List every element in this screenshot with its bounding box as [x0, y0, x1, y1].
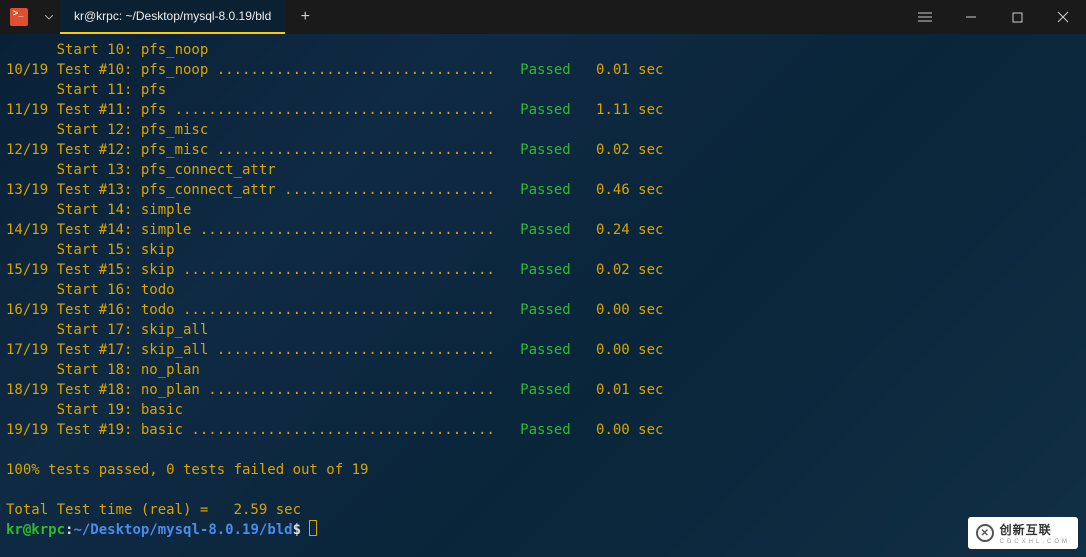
prompt-symbol: $	[293, 522, 301, 538]
cursor	[309, 520, 317, 536]
watermark: ✕ 创新互联 CDCXHL.COM	[968, 517, 1078, 549]
summary-passed: 100% tests passed, 0 tests failed out of…	[6, 462, 368, 478]
watermark-text: 创新互联	[1000, 523, 1052, 537]
terminal-tab[interactable]: kr@krpc: ~/Desktop/mysql-8.0.19/bld	[60, 0, 285, 34]
maximize-button[interactable]	[994, 0, 1040, 34]
dropdown-icon[interactable]	[38, 0, 60, 34]
new-tab-button[interactable]: +	[285, 0, 325, 34]
prompt-user: kr@krpc	[6, 522, 65, 538]
prompt-path: ~/Desktop/mysql-8.0.19/bld	[73, 522, 292, 538]
app-icon[interactable]	[0, 0, 38, 34]
minimize-button[interactable]	[948, 0, 994, 34]
title-bar: kr@krpc: ~/Desktop/mysql-8.0.19/bld +	[0, 0, 1086, 34]
title-bar-spacer	[325, 0, 902, 34]
watermark-sub: CDCXHL.COM	[1000, 539, 1070, 545]
watermark-logo-icon: ✕	[976, 524, 994, 542]
window-controls	[902, 0, 1086, 34]
tab-title: kr@krpc: ~/Desktop/mysql-8.0.19/bld	[74, 9, 271, 23]
terminal-icon	[10, 8, 28, 26]
close-button[interactable]	[1040, 0, 1086, 34]
terminal-lines: Start 10: pfs_noop 10/19 Test #10: pfs_n…	[6, 40, 1080, 460]
terminal-output[interactable]: Start 10: pfs_noop 10/19 Test #10: pfs_n…	[0, 34, 1086, 557]
summary-total-time: Total Test time (real) = 2.59 sec	[6, 502, 301, 518]
hamburger-icon[interactable]	[902, 0, 948, 34]
